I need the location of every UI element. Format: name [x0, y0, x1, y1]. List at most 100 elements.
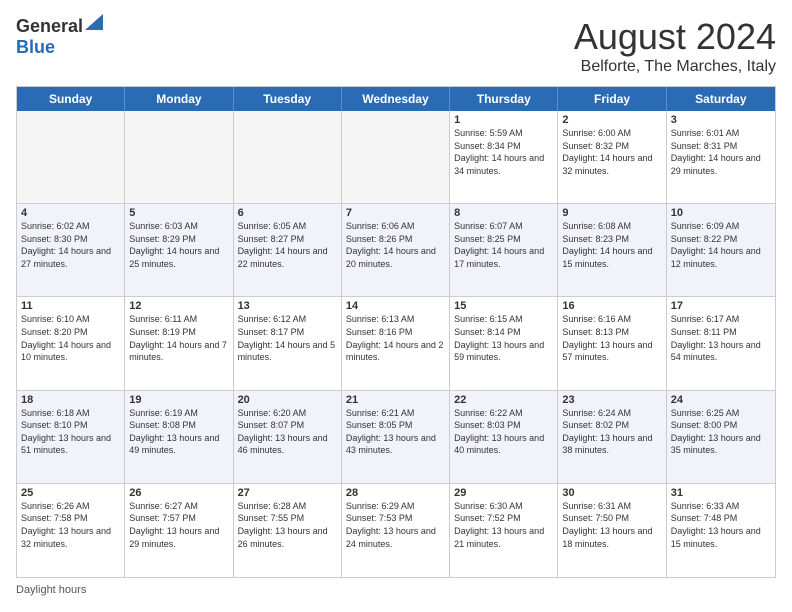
cal-cell: 1Sunrise: 5:59 AM Sunset: 8:34 PM Daylig… — [450, 111, 558, 203]
cal-cell: 10Sunrise: 6:09 AM Sunset: 8:22 PM Dayli… — [667, 204, 775, 296]
day-number: 1 — [454, 114, 553, 126]
day-number: 2 — [562, 114, 661, 126]
cal-cell: 15Sunrise: 6:15 AM Sunset: 8:14 PM Dayli… — [450, 297, 558, 389]
day-info: Sunrise: 6:17 AM Sunset: 8:11 PM Dayligh… — [671, 313, 771, 363]
cal-cell: 24Sunrise: 6:25 AM Sunset: 8:00 PM Dayli… — [667, 391, 775, 483]
cal-cell-empty — [125, 111, 233, 203]
day-number: 15 — [454, 300, 553, 312]
day-info: Sunrise: 6:27 AM Sunset: 7:57 PM Dayligh… — [129, 500, 228, 550]
day-number: 13 — [238, 300, 337, 312]
calendar-row: 25Sunrise: 6:26 AM Sunset: 7:58 PM Dayli… — [17, 484, 775, 577]
cal-cell: 29Sunrise: 6:30 AM Sunset: 7:52 PM Dayli… — [450, 484, 558, 577]
day-info: Sunrise: 6:01 AM Sunset: 8:31 PM Dayligh… — [671, 127, 771, 177]
cal-header-day: Thursday — [450, 87, 558, 111]
cal-cell: 19Sunrise: 6:19 AM Sunset: 8:08 PM Dayli… — [125, 391, 233, 483]
calendar: SundayMondayTuesdayWednesdayThursdayFrid… — [16, 86, 776, 578]
cal-cell: 22Sunrise: 6:22 AM Sunset: 8:03 PM Dayli… — [450, 391, 558, 483]
day-number: 25 — [21, 487, 120, 499]
day-info: Sunrise: 6:29 AM Sunset: 7:53 PM Dayligh… — [346, 500, 445, 550]
cal-cell: 30Sunrise: 6:31 AM Sunset: 7:50 PM Dayli… — [558, 484, 666, 577]
day-info: Sunrise: 6:03 AM Sunset: 8:29 PM Dayligh… — [129, 220, 228, 270]
day-number: 24 — [671, 394, 771, 406]
day-number: 27 — [238, 487, 337, 499]
header: General Blue August 2024 Belforte, The M… — [16, 16, 776, 76]
cal-cell-empty — [17, 111, 125, 203]
day-info: Sunrise: 6:15 AM Sunset: 8:14 PM Dayligh… — [454, 313, 553, 363]
day-info: Sunrise: 6:02 AM Sunset: 8:30 PM Dayligh… — [21, 220, 120, 270]
cal-header-day: Wednesday — [342, 87, 450, 111]
day-info: Sunrise: 5:59 AM Sunset: 8:34 PM Dayligh… — [454, 127, 553, 177]
footer-label: Daylight hours — [16, 584, 86, 596]
page: General Blue August 2024 Belforte, The M… — [0, 0, 792, 612]
day-number: 26 — [129, 487, 228, 499]
day-number: 10 — [671, 207, 771, 219]
calendar-body: 1Sunrise: 5:59 AM Sunset: 8:34 PM Daylig… — [17, 111, 775, 577]
day-info: Sunrise: 6:12 AM Sunset: 8:17 PM Dayligh… — [238, 313, 337, 363]
cal-cell: 25Sunrise: 6:26 AM Sunset: 7:58 PM Dayli… — [17, 484, 125, 577]
cal-header-day: Friday — [558, 87, 666, 111]
day-number: 29 — [454, 487, 553, 499]
calendar-row: 4Sunrise: 6:02 AM Sunset: 8:30 PM Daylig… — [17, 204, 775, 297]
cal-cell: 9Sunrise: 6:08 AM Sunset: 8:23 PM Daylig… — [558, 204, 666, 296]
day-info: Sunrise: 6:24 AM Sunset: 8:02 PM Dayligh… — [562, 407, 661, 457]
cal-cell: 23Sunrise: 6:24 AM Sunset: 8:02 PM Dayli… — [558, 391, 666, 483]
day-info: Sunrise: 6:30 AM Sunset: 7:52 PM Dayligh… — [454, 500, 553, 550]
cal-cell: 2Sunrise: 6:00 AM Sunset: 8:32 PM Daylig… — [558, 111, 666, 203]
calendar-row: 18Sunrise: 6:18 AM Sunset: 8:10 PM Dayli… — [17, 391, 775, 484]
cal-cell: 31Sunrise: 6:33 AM Sunset: 7:48 PM Dayli… — [667, 484, 775, 577]
day-info: Sunrise: 6:00 AM Sunset: 8:32 PM Dayligh… — [562, 127, 661, 177]
day-number: 30 — [562, 487, 661, 499]
cal-cell: 27Sunrise: 6:28 AM Sunset: 7:55 PM Dayli… — [234, 484, 342, 577]
cal-cell: 16Sunrise: 6:16 AM Sunset: 8:13 PM Dayli… — [558, 297, 666, 389]
day-number: 7 — [346, 207, 445, 219]
day-info: Sunrise: 6:25 AM Sunset: 8:00 PM Dayligh… — [671, 407, 771, 457]
cal-header-day: Tuesday — [234, 87, 342, 111]
day-number: 8 — [454, 207, 553, 219]
day-number: 21 — [346, 394, 445, 406]
cal-cell-empty — [342, 111, 450, 203]
day-info: Sunrise: 6:26 AM Sunset: 7:58 PM Dayligh… — [21, 500, 120, 550]
day-info: Sunrise: 6:21 AM Sunset: 8:05 PM Dayligh… — [346, 407, 445, 457]
day-number: 23 — [562, 394, 661, 406]
cal-cell: 12Sunrise: 6:11 AM Sunset: 8:19 PM Dayli… — [125, 297, 233, 389]
day-info: Sunrise: 6:07 AM Sunset: 8:25 PM Dayligh… — [454, 220, 553, 270]
day-number: 5 — [129, 207, 228, 219]
title-block: August 2024 Belforte, The Marches, Italy — [574, 16, 776, 76]
cal-header-day: Saturday — [667, 87, 775, 111]
cal-cell: 20Sunrise: 6:20 AM Sunset: 8:07 PM Dayli… — [234, 391, 342, 483]
day-number: 31 — [671, 487, 771, 499]
day-info: Sunrise: 6:13 AM Sunset: 8:16 PM Dayligh… — [346, 313, 445, 363]
day-number: 6 — [238, 207, 337, 219]
cal-cell-empty — [234, 111, 342, 203]
day-number: 28 — [346, 487, 445, 499]
day-info: Sunrise: 6:33 AM Sunset: 7:48 PM Dayligh… — [671, 500, 771, 550]
day-number: 16 — [562, 300, 661, 312]
cal-cell: 21Sunrise: 6:21 AM Sunset: 8:05 PM Dayli… — [342, 391, 450, 483]
title-location: Belforte, The Marches, Italy — [574, 58, 776, 76]
cal-cell: 3Sunrise: 6:01 AM Sunset: 8:31 PM Daylig… — [667, 111, 775, 203]
day-info: Sunrise: 6:05 AM Sunset: 8:27 PM Dayligh… — [238, 220, 337, 270]
day-info: Sunrise: 6:22 AM Sunset: 8:03 PM Dayligh… — [454, 407, 553, 457]
day-number: 17 — [671, 300, 771, 312]
day-number: 12 — [129, 300, 228, 312]
cal-cell: 28Sunrise: 6:29 AM Sunset: 7:53 PM Dayli… — [342, 484, 450, 577]
day-number: 20 — [238, 394, 337, 406]
logo: General Blue — [16, 16, 103, 58]
cal-cell: 6Sunrise: 6:05 AM Sunset: 8:27 PM Daylig… — [234, 204, 342, 296]
logo-general: General — [16, 16, 83, 37]
day-number: 14 — [346, 300, 445, 312]
day-info: Sunrise: 6:31 AM Sunset: 7:50 PM Dayligh… — [562, 500, 661, 550]
cal-cell: 26Sunrise: 6:27 AM Sunset: 7:57 PM Dayli… — [125, 484, 233, 577]
day-info: Sunrise: 6:09 AM Sunset: 8:22 PM Dayligh… — [671, 220, 771, 270]
logo-blue: Blue — [16, 37, 55, 58]
logo-triangle-icon — [85, 14, 103, 30]
day-number: 19 — [129, 394, 228, 406]
day-number: 3 — [671, 114, 771, 126]
calendar-row: 1Sunrise: 5:59 AM Sunset: 8:34 PM Daylig… — [17, 111, 775, 204]
cal-cell: 14Sunrise: 6:13 AM Sunset: 8:16 PM Dayli… — [342, 297, 450, 389]
calendar-header: SundayMondayTuesdayWednesdayThursdayFrid… — [17, 87, 775, 111]
day-info: Sunrise: 6:06 AM Sunset: 8:26 PM Dayligh… — [346, 220, 445, 270]
footer: Daylight hours — [16, 584, 776, 596]
day-info: Sunrise: 6:18 AM Sunset: 8:10 PM Dayligh… — [21, 407, 120, 457]
cal-cell: 18Sunrise: 6:18 AM Sunset: 8:10 PM Dayli… — [17, 391, 125, 483]
